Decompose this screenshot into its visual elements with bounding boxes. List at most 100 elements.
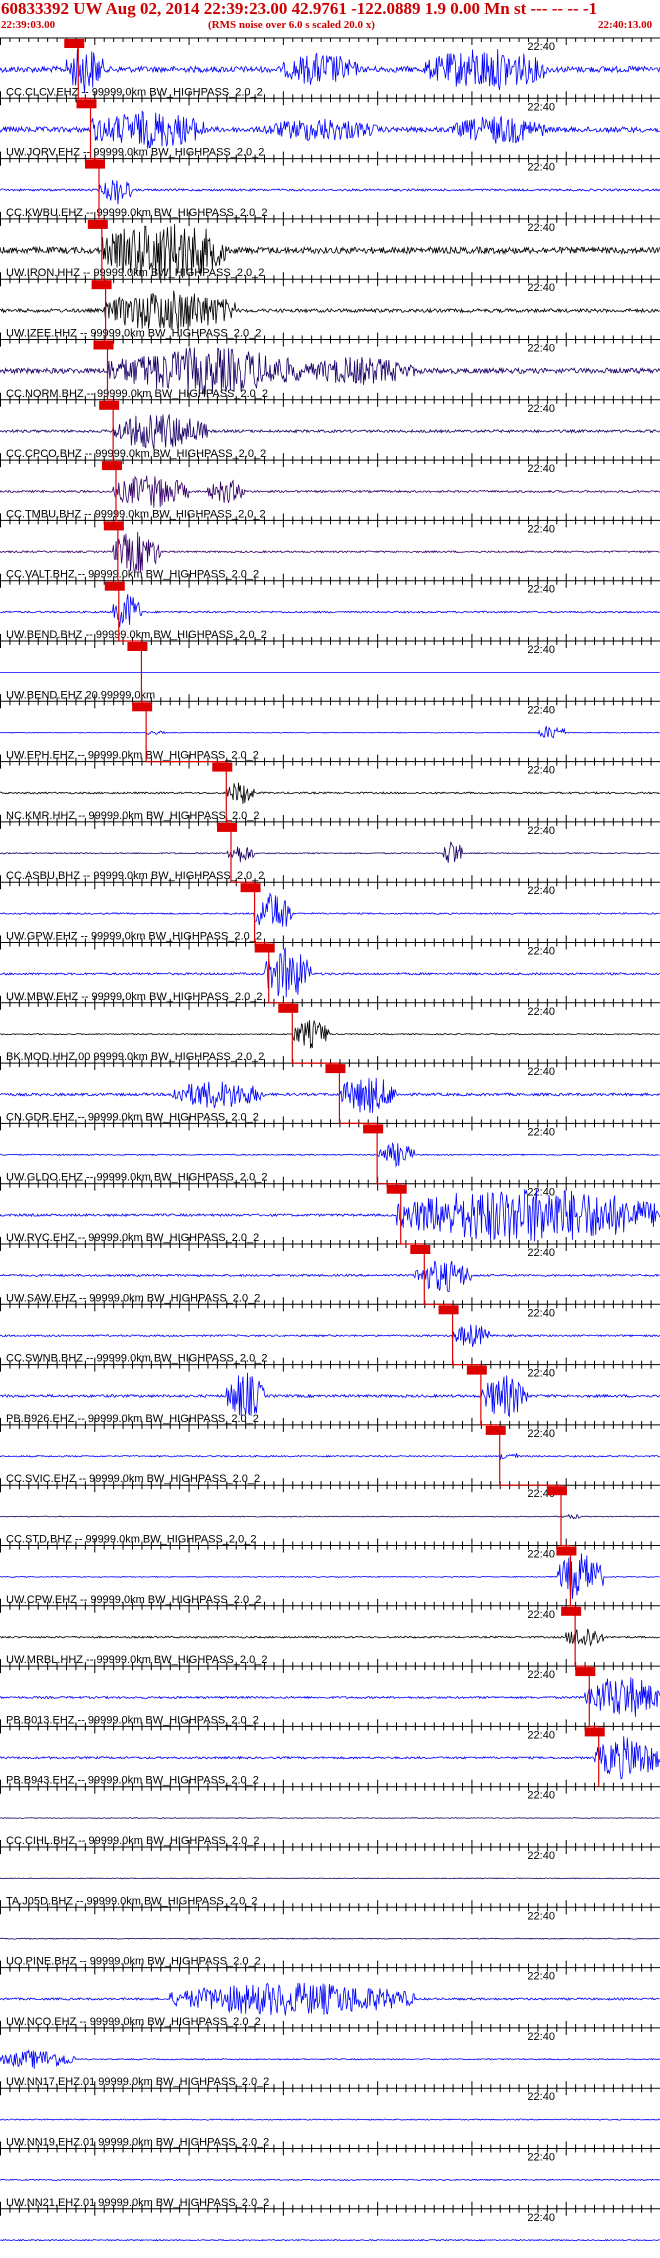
waveform-trace <box>0 1453 660 1460</box>
pick-marker <box>438 1305 459 1315</box>
pick-marker <box>93 340 114 350</box>
pick-marker <box>212 762 233 772</box>
pick-marker <box>104 581 125 591</box>
minute-mark-label: 22:40 <box>527 1307 555 1319</box>
pick-marker <box>485 1425 506 1435</box>
minute-mark-label: 22:40 <box>527 41 555 53</box>
channel-label: PB.B926.EHZ -- 99999.0km BW_HIGHPASS_2.0… <box>6 1413 259 1425</box>
minute-mark-label: 22:40 <box>527 584 555 596</box>
pick-marker <box>561 1606 582 1616</box>
minute-mark-label: 22:40 <box>527 463 555 475</box>
pick-marker <box>127 642 148 651</box>
channel-label: CC.CLCV.EHZ -- 99999.0km BW_HIGHPASS_2.0… <box>6 86 263 98</box>
channel-label: CC.KWBU.EHZ -- 99999.0km BW_HIGHPASS_2.0… <box>6 207 267 219</box>
channel-label: CC.SVIC.EHZ -- 99999.0km BW_HIGHPASS_2.0… <box>6 1473 260 1485</box>
waveform-trace <box>0 414 660 450</box>
minute-mark-label: 22:40 <box>527 1187 555 1199</box>
minute-mark-label: 22:40 <box>527 1126 555 1138</box>
minute-mark-label: 22:40 <box>527 1669 555 1681</box>
channel-label: CC.TMBU.BHZ -- 99999.0km BW_HIGHPASS_2.0… <box>6 508 266 520</box>
channel-label: PB.B013.EHZ -- 99999.0km BW_HIGHPASS_2.0… <box>6 1714 259 1726</box>
waveform-trace <box>0 1982 660 2016</box>
channel-label: CC.STD.BHZ -- 99999.0km BW_HIGHPASS_2.0_… <box>6 1534 256 1546</box>
waveform-trace <box>0 1817 660 1819</box>
channel-label: UO.PINE.BHZ -- 99999.0km BW_HIGHPASS_2.0… <box>6 1956 261 1968</box>
pick-marker <box>103 521 124 531</box>
pick-marker <box>410 1245 431 1254</box>
channel-label: UW.BEND.EHZ 20.99999.0km <box>6 689 155 701</box>
waveform-trace <box>0 782 660 804</box>
waveform-trace <box>0 1677 660 1717</box>
minute-mark-label: 22:40 <box>527 1971 555 1983</box>
pick-marker <box>99 400 120 410</box>
waveform-trace <box>0 1260 660 1293</box>
waveform-trace <box>0 1628 660 1647</box>
waveform-trace <box>0 1142 660 1168</box>
channel-label: CC.CPCO.BHZ -- 99999.0km BW_HIGHPASS_2.0… <box>6 448 266 460</box>
minute-mark-label: 22:40 <box>527 1729 555 1741</box>
minute-mark-label: 22:40 <box>527 765 555 777</box>
waveform-trace <box>0 531 660 573</box>
minute-mark-label: 22:40 <box>527 343 555 355</box>
channel-label: UW.BEND.BHZ -- 99999.0km BW_HIGHPASS_2.0… <box>6 629 267 641</box>
waveform-trace <box>0 841 660 863</box>
minute-mark-label: 22:40 <box>527 1790 555 1802</box>
minute-mark-label: 22:40 <box>527 222 555 234</box>
channel-label: CC.CIHL.BHZ -- 99999.0km BW_HIGHPASS_2.0… <box>6 1835 260 1847</box>
channel-label: UW.GPW.EHZ -- 99999.0km BW_HIGHPASS_2.0_… <box>6 931 262 943</box>
waveform-trace <box>0 594 660 628</box>
minute-mark-label: 22:40 <box>527 162 555 174</box>
channel-label: CC.SWNB.BHZ -- 99999.0km BW_HIGHPASS_2.0… <box>6 1353 267 1365</box>
waveform-trace <box>0 1736 660 1780</box>
pick-marker <box>575 1667 596 1677</box>
pick-marker <box>101 461 122 471</box>
minute-mark-label: 22:40 <box>527 523 555 535</box>
channel-label: UW.CPW.EHZ -- 99999.0km BW_HIGHPASS_2.0_… <box>6 1594 261 1606</box>
waveform-trace <box>0 1553 660 1599</box>
waveform-trace <box>0 475 660 508</box>
minute-mark-label: 22:40 <box>527 1368 555 1380</box>
pick-marker <box>363 1124 384 1134</box>
pick-marker <box>85 159 105 169</box>
minute-mark-label: 22:40 <box>527 101 555 113</box>
minute-mark-label: 22:40 <box>527 1006 555 1018</box>
minute-mark-label: 22:40 <box>527 282 555 294</box>
minute-mark-label: 22:40 <box>527 2031 555 2043</box>
pick-marker <box>254 943 275 953</box>
channel-label: NC.KMR.HHZ -- 99999.0km BW_HIGHPASS_2.0_… <box>6 810 259 822</box>
waveform-trace <box>0 1937 660 1940</box>
channel-label: TA.J05D.BHZ -- 99999.0km BW_HIGHPASS_2.0… <box>6 1895 257 1907</box>
waveform-trace <box>0 110 660 149</box>
channel-label: UW.NCO.EHZ -- 99999.0km BW_HIGHPASS_2.0_… <box>6 2016 261 2028</box>
pick-marker <box>91 280 112 290</box>
minute-mark-label: 22:40 <box>527 1428 555 1440</box>
waveform-trace <box>0 1324 660 1347</box>
pick-marker <box>132 702 153 712</box>
minute-mark-label: 22:40 <box>527 1247 555 1259</box>
channel-label: PB.B943.EHZ -- 99999.0km BW_HIGHPASS_2.0… <box>6 1775 259 1787</box>
channel-label: CN.GDR.EHZ -- 99999.0km BW_HIGHPASS_2.0_… <box>6 1111 259 1123</box>
pick-marker <box>584 1727 605 1737</box>
waveform-trace <box>0 726 660 739</box>
channel-label: UW.NN17.EHZ.01 99999.0km BW_HIGHPASS_2.0… <box>6 2076 269 2088</box>
pick-marker <box>556 1546 577 1556</box>
minute-mark-label: 22:40 <box>527 885 555 897</box>
pick-marker <box>386 1184 407 1194</box>
pick-marker <box>547 1486 567 1496</box>
waveform-trace <box>0 290 660 331</box>
minute-mark-label: 22:40 <box>527 1850 555 1862</box>
minute-mark-label: 22:40 <box>527 644 555 656</box>
pick-marker <box>325 1064 346 1074</box>
channel-label: UW.GLDO.EHZ -- 99999.0km BW_HIGHPASS_2.0… <box>6 1172 267 1184</box>
pick-marker <box>217 822 237 832</box>
waveform-trace <box>0 2048 660 2069</box>
minute-mark-label: 22:40 <box>527 1910 555 1922</box>
waveform-trace <box>0 1372 660 1418</box>
minute-mark-label: 22:40 <box>527 946 555 958</box>
pick-marker <box>87 219 108 229</box>
channel-label: UW.MRBL.HHZ -- 99999.0km BW_HIGHPASS_2.0… <box>6 1654 267 1666</box>
channel-label: UW.IRON.HHZ -- 99999.0km BW_HIGHPASS_2.0… <box>6 267 264 279</box>
channel-label: UW.RVC.EHZ -- 99999.0km BW_HIGHPASS_2.0_… <box>6 1232 259 1244</box>
channel-label: CC.NORM.BHZ -- 99999.0km BW_HIGHPASS_2.0… <box>6 388 268 400</box>
minute-mark-label: 22:40 <box>527 1609 555 1621</box>
